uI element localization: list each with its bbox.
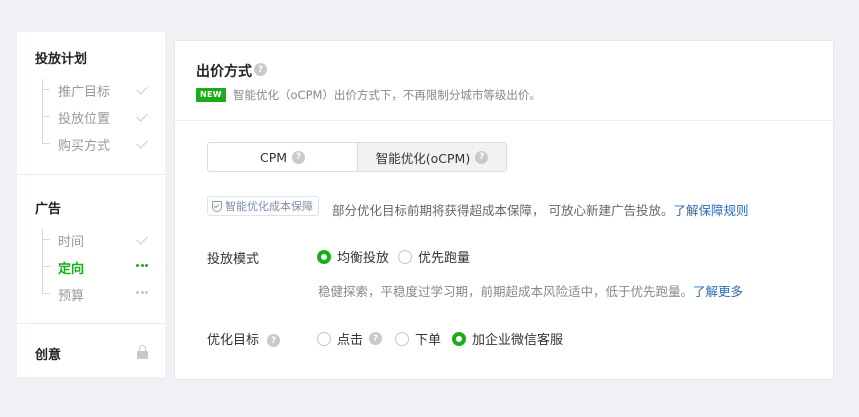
radio-goal-click-label: 点击: [337, 333, 364, 348]
question-circle-icon[interactable]: ?: [292, 150, 306, 164]
new-badge: NEW: [196, 88, 226, 102]
dots-icon: [136, 285, 148, 299]
optimization-goal-label-text: 优化目标: [207, 333, 260, 348]
tree-branch: [42, 116, 50, 117]
lock-icon: [136, 345, 150, 359]
divider: [17, 323, 165, 324]
radio-balanced-delivery[interactable]: 均衡投放: [317, 247, 389, 266]
bid-method-segmented-control: CPM ? 智能优化(oCPM) ?: [207, 142, 507, 172]
check-icon: [136, 110, 150, 124]
sidebar-item-targeting[interactable]: 定向: [58, 258, 84, 277]
bid-settings-panel: 出价方式 ? NEW 智能优化（oCPM）出价方式下，不再限制分城市等级出价。 …: [174, 40, 834, 380]
dots-icon: [136, 258, 148, 272]
guarantee-rules-link[interactable]: 了解保障规则: [673, 203, 748, 218]
check-icon: [136, 233, 150, 247]
tree-branch: [42, 89, 50, 90]
question-circle-icon[interactable]: ?: [475, 150, 489, 164]
cost-guarantee-tag: 智能优化成本保障: [207, 196, 319, 216]
bid-option-cpm[interactable]: CPM ?: [208, 143, 357, 171]
tree-branch: [42, 143, 50, 144]
cost-guarantee-description: 部分优化目标前期将获得超成本保障， 可放心新建广告投放。: [332, 203, 674, 218]
sidebar-item-time[interactable]: 时间: [58, 231, 84, 250]
radio-goal-click[interactable]: 点击 ?: [317, 329, 383, 348]
sidebar-section-title-creative[interactable]: 创意: [35, 344, 61, 363]
bid-option-ocpm-label: 智能优化(oCPM): [375, 150, 471, 166]
cost-guarantee-tag-label: 智能优化成本保障: [225, 200, 313, 213]
sidebar-item-placement[interactable]: 投放位置: [58, 108, 110, 127]
tree-branch: [42, 266, 50, 267]
check-icon: [136, 83, 150, 97]
sidebar: 投放计划 推广目标 投放位置 购买方式 广告 时间 定向 预算 创意: [17, 32, 165, 377]
optimization-goal-label: 优化目标 ?: [207, 329, 281, 348]
question-circle-icon[interactable]: ?: [369, 332, 383, 345]
delivery-mode-hint: 稳健探索，平稳度过学习期，前期超成本风险适中，低于优先跑量。了解更多: [318, 281, 743, 300]
check-icon: [136, 137, 150, 151]
radio-balanced-delivery-label: 均衡投放: [337, 251, 390, 266]
radio-circle[interactable]: [452, 331, 466, 346]
divider: [175, 120, 833, 121]
divider: [17, 174, 165, 175]
radio-circle[interactable]: [395, 331, 409, 346]
question-circle-icon[interactable]: ?: [254, 63, 267, 76]
bid-option-ocpm[interactable]: 智能优化(oCPM) ?: [357, 143, 506, 171]
sidebar-item-budget[interactable]: 预算: [58, 285, 84, 304]
delivery-mode-label: 投放模式: [207, 252, 260, 267]
radio-priority-volume-label: 优先跑量: [418, 251, 471, 266]
shield-check-icon: [212, 200, 222, 212]
radio-circle[interactable]: [317, 331, 331, 346]
cost-guarantee-text: 部分优化目标前期将获得超成本保障， 可放心新建广告投放。了解保障规则: [332, 200, 749, 219]
radio-goal-wecom-service-label: 加企业微信客服: [472, 333, 564, 348]
sidebar-item-purchase-method[interactable]: 购买方式: [58, 135, 110, 154]
question-circle-icon[interactable]: ?: [267, 334, 281, 347]
radio-goal-wecom-service[interactable]: 加企业微信客服: [452, 329, 563, 348]
bid-option-cpm-label: CPM: [259, 149, 288, 165]
radio-goal-order[interactable]: 下单: [395, 329, 441, 348]
bid-method-title-text: 出价方式: [196, 64, 252, 80]
bid-method-title: 出价方式 ?: [196, 61, 267, 81]
radio-goal-order-label: 下单: [415, 333, 442, 348]
sidebar-section-title-ad: 广告: [35, 202, 62, 217]
sidebar-item-promotion-goal[interactable]: 推广目标: [58, 81, 110, 100]
sidebar-section-title-plan: 投放计划: [35, 52, 88, 67]
tree-branch: [42, 293, 50, 294]
radio-circle[interactable]: [317, 249, 331, 264]
learn-more-link[interactable]: 了解更多: [693, 284, 743, 299]
radio-priority-volume[interactable]: 优先跑量: [398, 247, 470, 266]
delivery-mode-hint-text: 稳健探索，平稳度过学习期，前期超成本风险适中，低于优先跑量。: [318, 284, 694, 299]
tree-branch: [42, 239, 50, 240]
radio-circle[interactable]: [398, 249, 412, 264]
bid-notice: 智能优化（oCPM）出价方式下，不再限制分城市等级出价。: [233, 88, 541, 102]
